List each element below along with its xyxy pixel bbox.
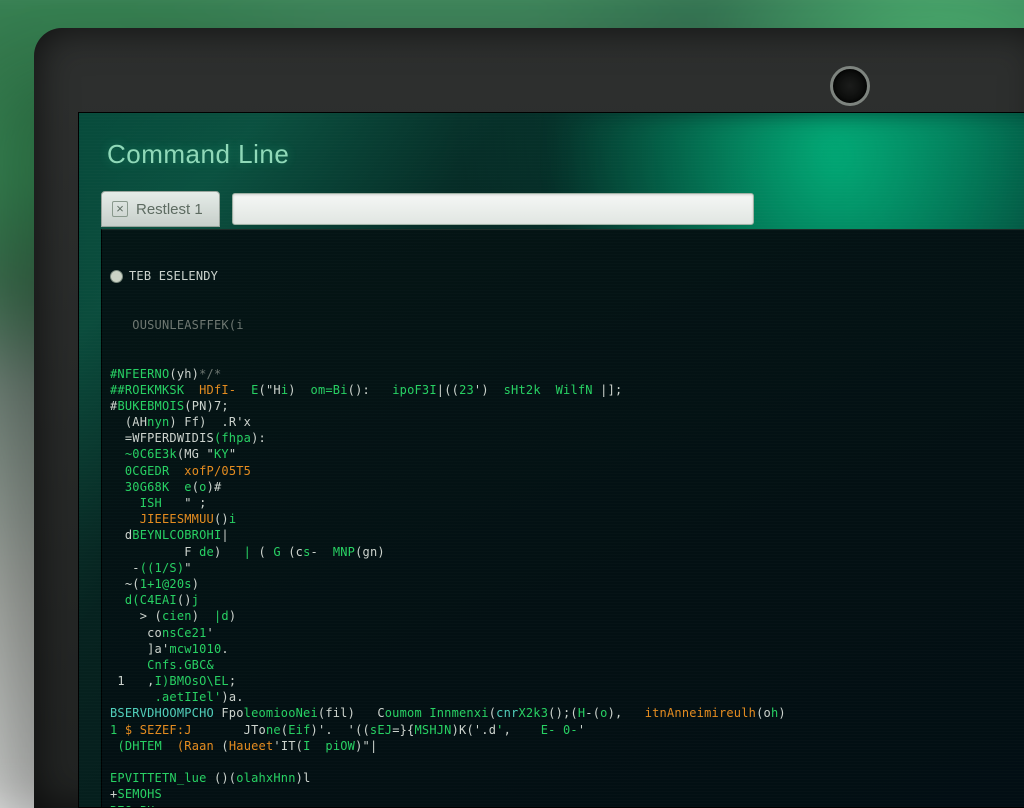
tab-bar: × Restlest 1 <box>101 189 754 229</box>
code-line: d(C4EAI()j <box>110 592 1024 608</box>
screen: Command Line × Restlest 1 TEB ESELENDY O… <box>78 112 1024 808</box>
code-line: ##ROEKMKSK HDfI- E("Hi) om=Bi(): ipoF3I|… <box>110 382 1024 398</box>
code-line: #BUKEBMOIS(PN)7; <box>110 398 1024 414</box>
code-line: ISH " ; <box>110 495 1024 511</box>
code-line: +SEMOHS <box>110 786 1024 802</box>
code-line: dBEYNLCOBROHI| <box>110 527 1024 543</box>
address-bar[interactable] <box>232 193 754 225</box>
code-line: .aetIIel')a. <box>110 689 1024 705</box>
tab-label: Restlest 1 <box>136 201 203 218</box>
code-line: #NFEERNO(yh)*/* <box>110 366 1024 382</box>
code-line: 30G68K e(o)# <box>110 479 1024 495</box>
code-line: R78 PU <box>110 803 1024 808</box>
code-line: Cnfs.GBC& <box>110 657 1024 673</box>
code-line: 1 ,I)BMOsO\EL; <box>110 673 1024 689</box>
webcam-icon <box>830 66 870 106</box>
terminal-header-line1: TEB ESELENDY <box>129 268 218 284</box>
code-line: (DHTEM (Raan (Haueet'IT(I piOW)"| <box>110 738 1024 754</box>
terminal-output: #NFEERNO(yh)*/*##ROEKMKSK HDfI- E("Hi) o… <box>110 366 1024 808</box>
code-line: F de) | ( G (cs- MNP(gn) <box>110 544 1024 560</box>
code-line: consCe21' <box>110 625 1024 641</box>
code-line: ~(1+1@20s) <box>110 576 1024 592</box>
terminal-header-line2: OUSUNLEASFFEK(i <box>110 317 1024 333</box>
code-line: 0CGEDR xofP/05T5 <box>110 463 1024 479</box>
code-line: =WFPERDWIDIS(fhpa): <box>110 430 1024 446</box>
tab-close-icon[interactable]: × <box>112 201 128 217</box>
code-line: JIEEESMMUU()i <box>110 511 1024 527</box>
code-line: > (cien) |d) <box>110 608 1024 624</box>
code-line: -((1/S)" <box>110 560 1024 576</box>
code-line: ]a'mcw1010. <box>110 641 1024 657</box>
bullet-icon <box>110 270 123 283</box>
window-title: Command Line <box>107 139 289 170</box>
code-line: ~0C6E3k(MG "KY" <box>110 446 1024 462</box>
terminal[interactable]: TEB ESELENDY OUSUNLEASFFEK(i #NFEERNO(yh… <box>101 229 1024 808</box>
code-line: EPVITTETN_lue ()(olahxHnn)l <box>110 770 1024 786</box>
terminal-header: TEB ESELENDY <box>110 268 1024 284</box>
code-line: (AHnyn) Ff) .R'x <box>110 414 1024 430</box>
code-line: 1 $ SEZEF:J JTone(Eif)'. '((sEJ=}{MSHJN)… <box>110 722 1024 738</box>
code-line: BSERVDHOOMPCHO FpoleomiooNei(fil) Coumom… <box>110 705 1024 721</box>
tab-active[interactable]: × Restlest 1 <box>101 191 220 227</box>
